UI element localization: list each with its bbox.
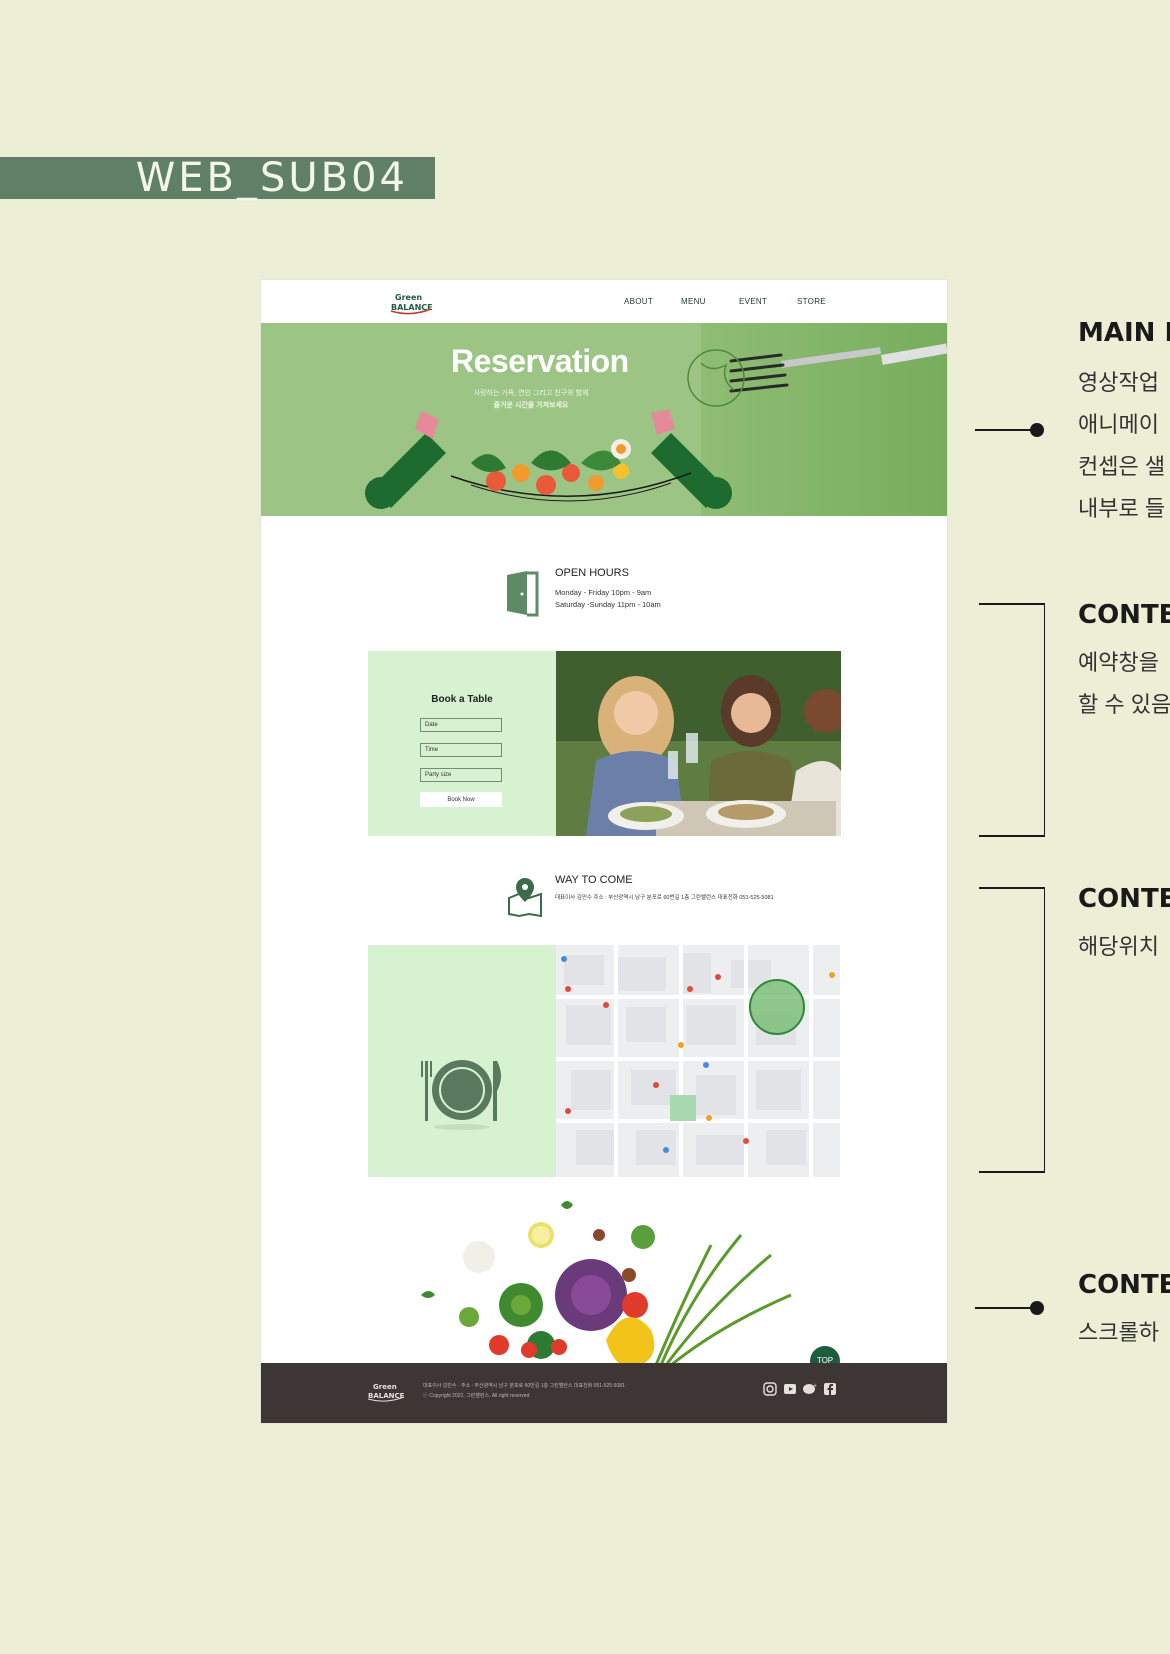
annotation-connector [975,423,1044,437]
annotation-text: 내부로 들 [1078,496,1166,521]
footer-copyright: ⓒ Copyright 2022, 그린밸런스. All right reser… [423,1393,530,1399]
booking-form: Book a Table Date Time Party size Book N… [368,651,556,836]
footer-company-info: 대표이사 김민수 · 주소 : 부산광역시 남구 분포로 60번길 1층 그린밸… [423,1383,625,1389]
open-hours-weekend: Saturday -Sunday 11pm - 10am [555,600,661,609]
annotation-text: 할 수 있음 [1078,692,1170,717]
way-to-come-title: WAY TO COME [555,874,633,886]
door-icon [507,571,539,617]
annotation-title: MAIN I [1078,318,1170,348]
annotation-text: 애니메이 [1078,412,1159,437]
instagram-icon[interactable] [763,1382,777,1396]
open-hours-title: OPEN HOURS [555,567,629,579]
nav-about[interactable]: ABOUT [624,297,653,306]
annotation-bracket [979,603,1045,837]
annotation-text: 컨셉은 샐 [1078,454,1166,479]
annotation-connector [975,1301,1044,1315]
page-tag: WEB_SUB04 [0,157,435,199]
salad-illustration [471,439,631,495]
annotation-title: CONTE [1078,884,1170,914]
map-pin-icon [508,878,542,918]
kakao-icon[interactable]: + [803,1382,817,1396]
website-mockup: Green BALANCE ABOUT MENU EVENT STORE Res… [261,280,947,1423]
hero-subtitle-emphasis: 즐거운 시간을 가져보세요 [493,402,569,409]
date-field[interactable]: Date [420,718,502,732]
svg-text:+: + [813,1383,817,1389]
annotation-text: 예약창을 [1078,650,1159,675]
annotation-title: CONTE [1078,600,1170,630]
nav-menu[interactable]: MENU [681,297,706,306]
location-map[interactable] [556,945,840,1177]
site-footer: Green BALANCE 대표이사 김민수 · 주소 : 부산광역시 남구 분… [261,1363,947,1423]
svg-text:Green: Green [373,1383,397,1391]
vegetables-illustration [421,1201,792,1365]
svg-text:Green: Green [395,293,422,302]
fork-icon [687,343,947,407]
annotation-text: 영상작업 [1078,370,1159,395]
time-field[interactable]: Time [420,743,502,757]
party-size-field[interactable]: Party size [420,768,502,782]
book-now-button[interactable]: Book Now [420,792,502,807]
facebook-icon[interactable] [823,1382,837,1396]
hero-subtitle: 사랑하는 가족, 연인 그리고 친구와 함께 [473,390,589,397]
annotation-text: 스크롤하 [1078,1320,1159,1345]
plate-cutlery-icon [421,1060,501,1130]
annotation-title: CONTE [1078,1270,1170,1300]
annotation-text: 해당위치 [1078,934,1159,959]
map-side-panel [368,945,556,1177]
site-header: Green BALANCE ABOUT MENU EVENT STORE [261,280,947,323]
footer-logo[interactable]: Green BALANCE [367,1379,405,1403]
way-to-come-address: 대표이사 김민수 주소 : 부산광역시 남구 분포로 60번길 1층 그린밸런스… [555,895,774,901]
booking-title: Book a Table [431,694,493,705]
dining-photo [556,651,841,836]
hero-banner: Reservation 사랑하는 가족, 연인 그리고 친구와 함께 즐거운 시… [261,323,947,516]
youtube-icon[interactable] [783,1382,797,1396]
annotation-bracket [979,887,1045,1173]
nav-store[interactable]: STORE [797,297,826,306]
nav-event[interactable]: EVENT [739,297,767,306]
logo[interactable]: Green BALANCE [389,289,433,315]
hero-title: Reservation [451,343,629,379]
open-hours-weekday: Monday - Friday 10pm - 9am [555,588,652,597]
